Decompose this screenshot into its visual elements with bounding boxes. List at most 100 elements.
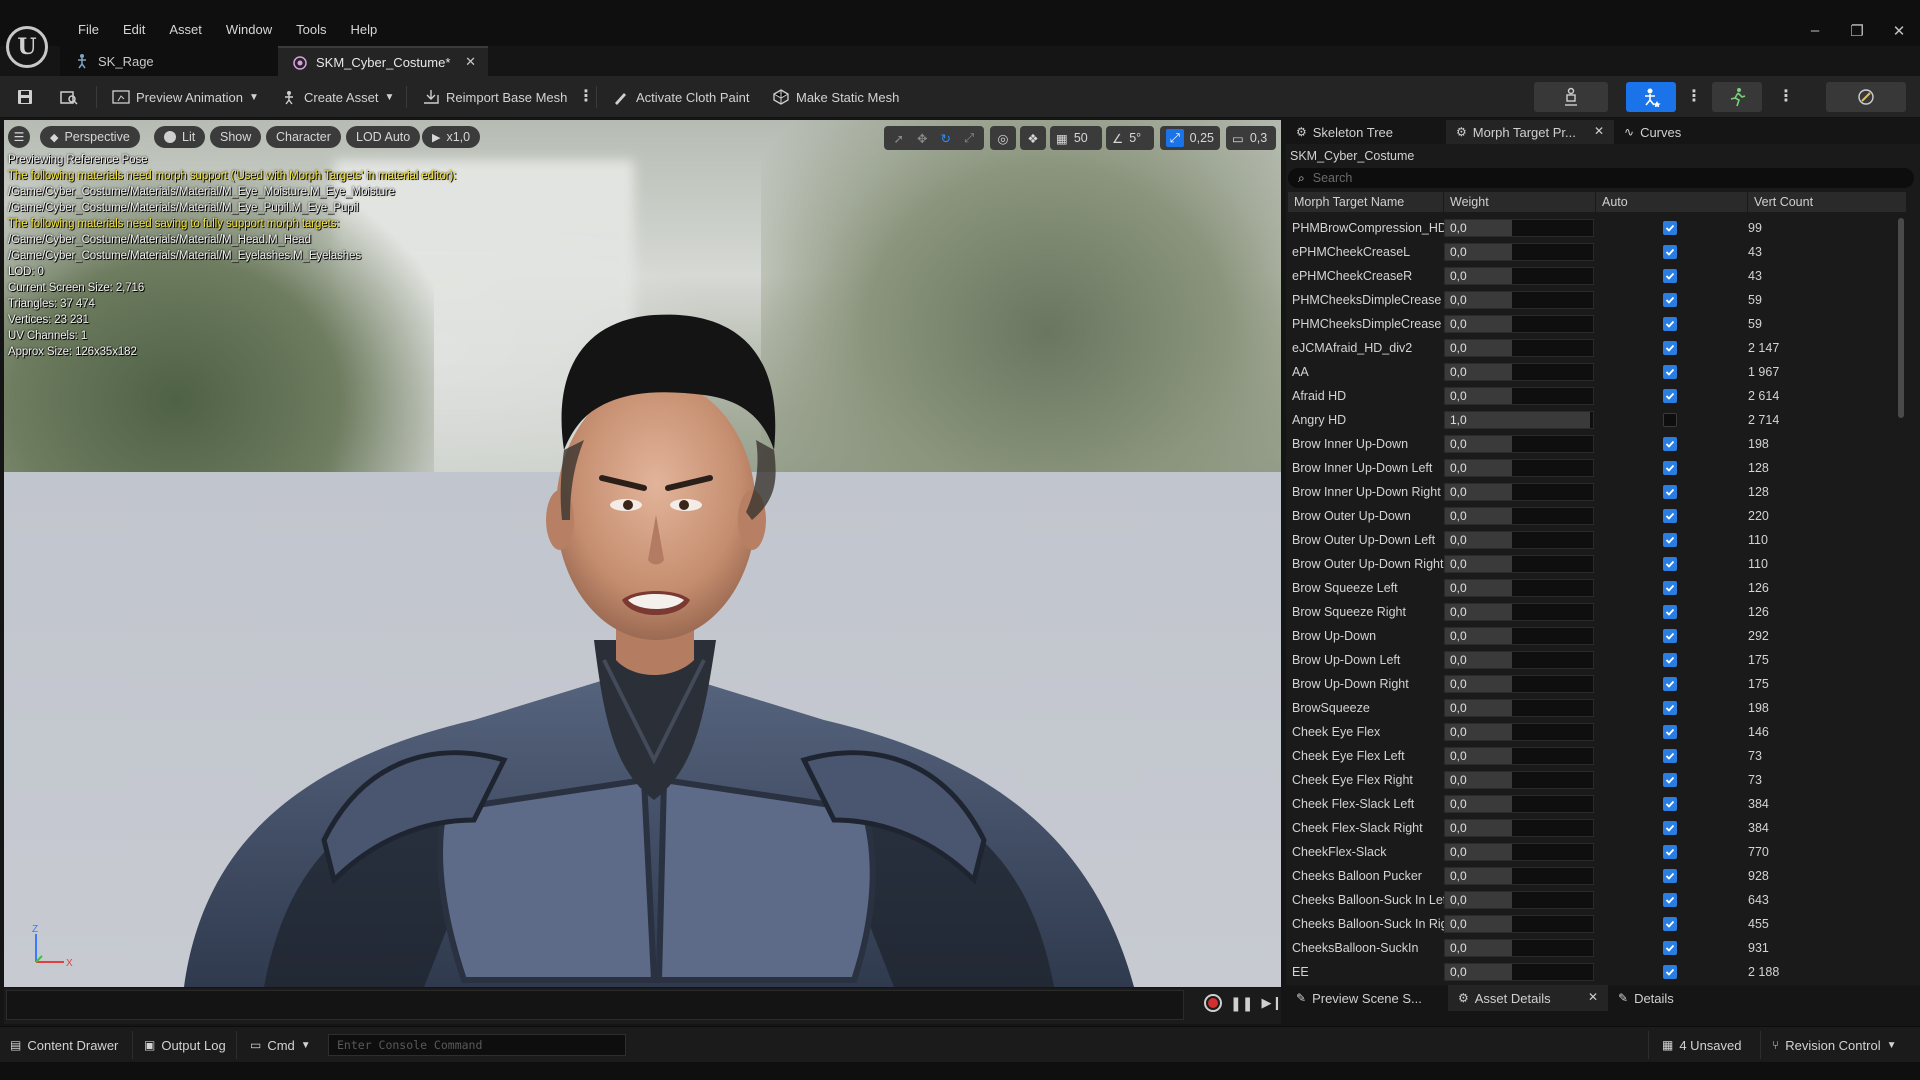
grid-snap-button[interactable]: ▦ 50 xyxy=(1050,126,1102,150)
tab-asset-details[interactable]: ⚙ Asset Details ✕ xyxy=(1448,985,1608,1011)
table-row[interactable]: eJCMAfraid_HD_div2 0,0 2 147 xyxy=(1288,336,1900,360)
content-drawer-button[interactable]: ▤ Content Drawer xyxy=(10,1035,118,1055)
world-local-button[interactable]: ◎ xyxy=(990,126,1016,150)
auto-checkbox[interactable] xyxy=(1663,965,1677,979)
table-row[interactable]: Brow Up-Down Right 0,0 175 xyxy=(1288,672,1900,696)
weight-slider[interactable]: 0,0 xyxy=(1444,507,1594,525)
col-header-name[interactable]: Morph Target Name xyxy=(1288,192,1444,212)
table-row[interactable]: PHMCheeksDimpleCrease 0,0 59 xyxy=(1288,288,1900,312)
auto-checkbox[interactable] xyxy=(1663,749,1677,763)
skeleton-mode-button[interactable] xyxy=(1534,82,1608,112)
tab-curves[interactable]: ∿ Curves xyxy=(1614,120,1714,144)
auto-checkbox[interactable] xyxy=(1663,221,1677,235)
weight-slider[interactable]: 0,0 xyxy=(1444,963,1594,981)
weight-slider[interactable]: 0,0 xyxy=(1444,891,1594,909)
auto-checkbox[interactable] xyxy=(1663,821,1677,835)
physics-mode-button[interactable] xyxy=(1826,82,1906,112)
weight-slider[interactable]: 0,0 xyxy=(1444,291,1594,309)
auto-checkbox[interactable] xyxy=(1663,797,1677,811)
unsaved-button[interactable]: ▦ 4 Unsaved xyxy=(1662,1035,1742,1055)
character-button[interactable]: Character xyxy=(266,126,341,148)
lit-button[interactable]: Lit xyxy=(154,126,206,148)
weight-slider[interactable]: 0,0 xyxy=(1444,555,1594,573)
minimize-icon[interactable]: – xyxy=(1794,22,1836,40)
viewport-options-button[interactable]: ☰ xyxy=(8,126,30,148)
weight-slider[interactable]: 0,0 xyxy=(1444,603,1594,621)
table-row[interactable]: EE 0,0 2 188 xyxy=(1288,960,1900,984)
lod-button[interactable]: LOD Auto xyxy=(346,126,421,148)
scale-icon[interactable]: ⤢ xyxy=(961,127,979,149)
close-tab-icon[interactable]: ✕ xyxy=(465,54,476,70)
table-row[interactable]: BrowSqueeze 0,0 198 xyxy=(1288,696,1900,720)
table-row[interactable]: Afraid HD 0,0 2 614 xyxy=(1288,384,1900,408)
reimport-options-icon[interactable]: ⋮ xyxy=(578,85,594,109)
mesh-mode-options-icon[interactable]: ⋮ xyxy=(1686,85,1702,109)
auto-checkbox[interactable] xyxy=(1663,677,1677,691)
rotate-icon[interactable]: ↻ xyxy=(937,127,955,149)
table-row[interactable]: Cheek Flex-Slack Left 0,0 384 xyxy=(1288,792,1900,816)
weight-slider[interactable]: 0,0 xyxy=(1444,915,1594,933)
weight-slider[interactable]: 0,0 xyxy=(1444,627,1594,645)
table-row[interactable]: CheekFlex-Slack 0,0 770 xyxy=(1288,840,1900,864)
list-scrollbar[interactable] xyxy=(1898,218,1904,418)
weight-slider[interactable]: 0,0 xyxy=(1444,771,1594,789)
tab-skm-cyber-costume[interactable]: SKM_Cyber_Costume* ✕ xyxy=(278,46,488,76)
menu-window[interactable]: Window xyxy=(214,20,284,40)
record-icon[interactable] xyxy=(1204,994,1222,1012)
auto-checkbox[interactable] xyxy=(1663,869,1677,883)
table-row[interactable]: Brow Outer Up-Down Right 0,0 110 xyxy=(1288,552,1900,576)
col-header-vert-count[interactable]: Vert Count xyxy=(1748,192,1906,212)
scale-snap-button[interactable]: ⤢ 0,25 xyxy=(1160,126,1220,150)
close-tab-icon[interactable]: ✕ xyxy=(1588,990,1598,1004)
table-row[interactable]: Cheek Eye Flex Right 0,0 73 xyxy=(1288,768,1900,792)
weight-slider[interactable]: 0,0 xyxy=(1444,579,1594,597)
save-icon[interactable] xyxy=(12,83,38,111)
step-forward-icon[interactable]: ▶❙ xyxy=(1261,995,1282,1011)
weight-slider[interactable]: 0,0 xyxy=(1444,675,1594,693)
weight-slider[interactable]: 0,0 xyxy=(1444,435,1594,453)
tab-skeleton-tree[interactable]: ⚙ Skeleton Tree xyxy=(1286,120,1446,144)
table-row[interactable]: PHMBrowCompression_HD 0,0 99 xyxy=(1288,216,1900,240)
table-row[interactable]: CheeksBalloon-SuckIn 0,0 931 xyxy=(1288,936,1900,960)
auto-checkbox[interactable] xyxy=(1663,413,1677,427)
preview-animation-button[interactable]: Preview Animation ▼ xyxy=(112,84,259,110)
auto-checkbox[interactable] xyxy=(1663,245,1677,259)
auto-checkbox[interactable] xyxy=(1663,461,1677,475)
weight-slider[interactable]: 0,0 xyxy=(1444,939,1594,957)
weight-slider[interactable]: 0,0 xyxy=(1444,651,1594,669)
auto-checkbox[interactable] xyxy=(1663,773,1677,787)
weight-slider[interactable]: 0,0 xyxy=(1444,747,1594,765)
animation-mode-options-icon[interactable]: ⋮ xyxy=(1778,85,1794,109)
tab-sk-rage[interactable]: SK_Rage xyxy=(60,46,278,76)
mesh-mode-button[interactable] xyxy=(1626,82,1676,112)
search-input[interactable]: ⌕ Search xyxy=(1288,168,1914,188)
auto-checkbox[interactable] xyxy=(1663,317,1677,331)
table-row[interactable]: Brow Up-Down 0,0 292 xyxy=(1288,624,1900,648)
table-row[interactable]: ePHMCheekCreaseR 0,0 43 xyxy=(1288,264,1900,288)
auto-checkbox[interactable] xyxy=(1663,629,1677,643)
table-row[interactable]: Cheek Eye Flex Left 0,0 73 xyxy=(1288,744,1900,768)
table-row[interactable]: Angry HD 1,0 2 714 xyxy=(1288,408,1900,432)
tab-morph-target-preview[interactable]: ⚙ Morph Target Pr... ✕ xyxy=(1446,120,1614,144)
table-row[interactable]: Brow Squeeze Left 0,0 126 xyxy=(1288,576,1900,600)
close-window-icon[interactable]: ✕ xyxy=(1878,22,1920,40)
weight-slider[interactable]: 1,0 xyxy=(1444,411,1594,429)
table-row[interactable]: Brow Outer Up-Down Left 0,0 110 xyxy=(1288,528,1900,552)
table-row[interactable]: Cheeks Balloon-Suck In Right 0,0 455 xyxy=(1288,912,1900,936)
weight-slider[interactable]: 0,0 xyxy=(1444,867,1594,885)
camera-speed-button[interactable]: ▭ 0,3 xyxy=(1226,126,1276,150)
table-row[interactable]: Cheek Flex-Slack Right 0,0 384 xyxy=(1288,816,1900,840)
weight-slider[interactable]: 0,0 xyxy=(1444,315,1594,333)
select-arrow-icon[interactable]: ➚ xyxy=(890,127,908,149)
table-row[interactable]: Brow Outer Up-Down 0,0 220 xyxy=(1288,504,1900,528)
tab-details[interactable]: ✎ Details xyxy=(1608,985,1728,1011)
auto-checkbox[interactable] xyxy=(1663,293,1677,307)
table-row[interactable]: Cheeks Balloon-Suck In Left 0,0 643 xyxy=(1288,888,1900,912)
perspective-button[interactable]: ◆ Perspective xyxy=(40,126,140,148)
auto-checkbox[interactable] xyxy=(1663,917,1677,931)
weight-slider[interactable]: 0,0 xyxy=(1444,387,1594,405)
translate-icon[interactable]: ✥ xyxy=(914,127,932,149)
auto-checkbox[interactable] xyxy=(1663,581,1677,595)
menu-asset[interactable]: Asset xyxy=(157,20,214,40)
viewport[interactable]: ☰ ◆ Perspective Lit Show Character LOD A… xyxy=(4,120,1281,987)
